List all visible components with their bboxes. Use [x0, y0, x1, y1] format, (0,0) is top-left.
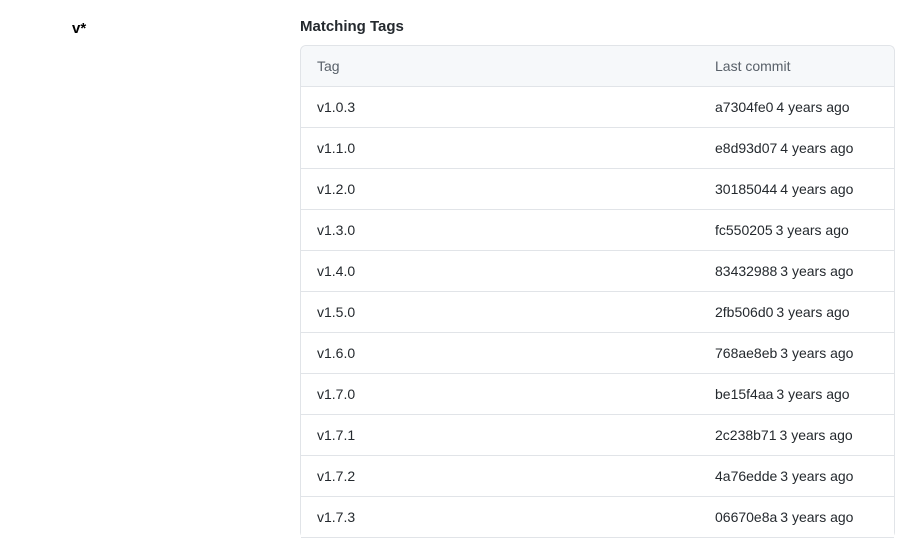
last-commit-cell: 834329883 years ago — [699, 251, 894, 291]
last-commit-cell: 4a76edde3 years ago — [699, 456, 894, 496]
table-row[interactable]: v1.4.0834329883 years ago — [301, 251, 894, 292]
commit-hash[interactable]: 768ae8eb — [715, 345, 777, 361]
tag-name[interactable]: v1.4.0 — [301, 251, 699, 291]
tag-name[interactable]: v1.2.0 — [301, 169, 699, 209]
commit-age: 4 years ago — [776, 99, 849, 115]
table-row[interactable]: v1.7.306670e8a3 years ago — [301, 497, 894, 538]
table-row[interactable]: v1.5.02fb506d03 years ago — [301, 292, 894, 333]
column-header-tag: Tag — [301, 46, 699, 86]
commit-age: 3 years ago — [780, 509, 853, 525]
last-commit-cell: be15f4aa3 years ago — [699, 374, 894, 414]
tag-name[interactable]: v1.5.0 — [301, 292, 699, 332]
commit-age: 3 years ago — [776, 386, 849, 402]
last-commit-cell: 06670e8a3 years ago — [699, 497, 894, 537]
tag-name[interactable]: v1.7.1 — [301, 415, 699, 455]
table-row[interactable]: v1.7.0be15f4aa3 years ago — [301, 374, 894, 415]
table-row[interactable]: v1.1.0e8d93d074 years ago — [301, 128, 894, 169]
tag-name[interactable]: v1.7.0 — [301, 374, 699, 414]
last-commit-cell: fc5502053 years ago — [699, 210, 894, 250]
table-row[interactable]: v1.2.0301850444 years ago — [301, 169, 894, 210]
tag-name[interactable]: v1.6.0 — [301, 333, 699, 373]
commit-hash[interactable]: 4a76edde — [715, 468, 777, 484]
commit-hash[interactable]: be15f4aa — [715, 386, 773, 402]
tag-query-pattern: v* — [72, 20, 86, 37]
last-commit-cell: 2c238b713 years ago — [699, 415, 894, 455]
commit-age: 4 years ago — [780, 140, 853, 156]
table-row[interactable]: v1.0.3a7304fe04 years ago — [301, 87, 894, 128]
commit-hash[interactable]: 2c238b71 — [715, 427, 777, 443]
table-header-row: Tag Last commit — [301, 46, 894, 87]
tag-name[interactable]: v1.7.2 — [301, 456, 699, 496]
commit-hash[interactable]: a7304fe0 — [715, 99, 773, 115]
last-commit-cell: e8d93d074 years ago — [699, 128, 894, 168]
table-row[interactable]: v1.6.0768ae8eb3 years ago — [301, 333, 894, 374]
last-commit-cell: 768ae8eb3 years ago — [699, 333, 894, 373]
commit-age: 3 years ago — [780, 263, 853, 279]
commit-age: 3 years ago — [776, 304, 849, 320]
commit-age: 3 years ago — [780, 468, 853, 484]
tag-name[interactable]: v1.3.0 — [301, 210, 699, 250]
last-commit-cell: 2fb506d03 years ago — [699, 292, 894, 332]
column-header-last-commit: Last commit — [699, 46, 894, 86]
commit-age: 3 years ago — [780, 427, 853, 443]
commit-hash[interactable]: 06670e8a — [715, 509, 777, 525]
commit-hash[interactable]: 2fb506d0 — [715, 304, 773, 320]
matching-tags-heading: Matching Tags — [300, 18, 895, 35]
table-row[interactable]: v1.7.12c238b713 years ago — [301, 415, 894, 456]
commit-hash[interactable]: 30185044 — [715, 181, 777, 197]
last-commit-cell: 301850444 years ago — [699, 169, 894, 209]
commit-age: 4 years ago — [780, 181, 853, 197]
commit-age: 3 years ago — [776, 222, 849, 238]
tag-name[interactable]: v1.0.3 — [301, 87, 699, 127]
commit-hash[interactable]: e8d93d07 — [715, 140, 777, 156]
table-row[interactable]: v1.7.24a76edde3 years ago — [301, 456, 894, 497]
tag-name[interactable]: v1.7.3 — [301, 497, 699, 537]
commit-hash[interactable]: 83432988 — [715, 263, 777, 279]
commit-age: 3 years ago — [780, 345, 853, 361]
tag-name[interactable]: v1.1.0 — [301, 128, 699, 168]
matching-tags-table: Tag Last commit v1.0.3a7304fe04 years ag… — [300, 45, 895, 538]
table-row[interactable]: v1.3.0fc5502053 years ago — [301, 210, 894, 251]
commit-hash[interactable]: fc550205 — [715, 222, 773, 238]
last-commit-cell: a7304fe04 years ago — [699, 87, 894, 127]
